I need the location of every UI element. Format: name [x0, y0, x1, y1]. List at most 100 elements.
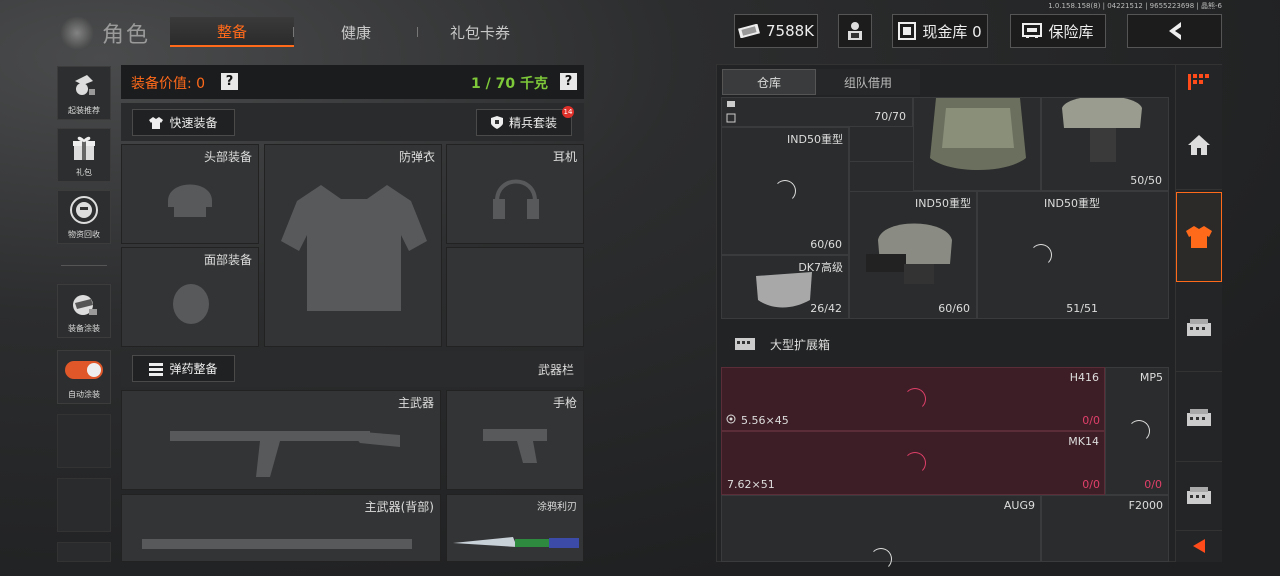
item-count: 70/70 — [874, 110, 906, 123]
gift-icon — [73, 136, 95, 160]
recycle-button[interactable]: 物资回收 — [57, 190, 111, 244]
helmet-icon — [1062, 98, 1142, 162]
back-primary-weapon-slot[interactable]: 主武器(背部) — [121, 494, 441, 562]
safe-icon — [1022, 23, 1043, 38]
weapon-item-mp5[interactable]: MP5 0/0 — [1105, 367, 1169, 495]
weapon-name: MP5 — [1139, 371, 1163, 384]
loading-spinner-icon — [1030, 244, 1052, 266]
grid-toggle-button[interactable] — [1176, 66, 1222, 98]
gift-button[interactable]: 礼包 — [57, 128, 111, 182]
home-button[interactable] — [1176, 100, 1222, 190]
recycle-label: 物资回收 — [68, 230, 100, 239]
equipment-tab-button[interactable] — [1176, 192, 1222, 282]
home-icon — [1188, 134, 1210, 155]
storage-box-button[interactable] — [1176, 464, 1222, 528]
empty-menu-slot — [57, 478, 111, 532]
ammo-prep-button[interactable]: 弹药整备 — [132, 355, 235, 382]
face-gear-slot[interactable]: 面部装备 — [121, 247, 259, 347]
character-logo-icon — [60, 16, 94, 50]
back-arrow-icon — [1168, 22, 1181, 40]
equip-value-label: 装备价值: 0 — [131, 76, 206, 92]
rifle-silhouette-icon — [142, 539, 412, 549]
collapse-button[interactable] — [1176, 530, 1222, 560]
weapon-count: 0/0 — [1082, 478, 1100, 491]
paint-label: 装备涂装 — [68, 324, 100, 333]
helmet-item[interactable]: 50/50 — [1041, 97, 1169, 191]
container-icon — [734, 335, 756, 355]
recommend-label: 起装推荐 — [68, 106, 100, 115]
storage-box-button[interactable] — [1176, 284, 1222, 372]
storage-box-icon — [1187, 487, 1211, 504]
item-cell[interactable]: 70/70 — [721, 97, 913, 127]
back-button[interactable] — [1127, 14, 1222, 48]
empty-menu-slot — [57, 542, 111, 562]
auto-paint-toggle[interactable]: 自动涂装 — [57, 350, 111, 404]
safe-box-button[interactable]: 保险库 — [1010, 14, 1106, 48]
storage-box-icon — [1187, 408, 1211, 426]
item-cell[interactable]: IND50重型 60/60 — [721, 127, 849, 255]
tab-team-borrow[interactable]: 组队借用 — [816, 69, 920, 95]
head-gear-slot[interactable]: 头部装备 — [121, 144, 259, 244]
headset-label: 耳机 — [552, 150, 577, 164]
currency-display[interactable]: 7588K — [734, 14, 818, 48]
toggle-icon — [65, 361, 103, 379]
cash-vault-button[interactable]: 现金库 0 — [892, 14, 988, 48]
tab-health[interactable]: 健康 — [294, 17, 418, 47]
paint-icon — [73, 295, 97, 315]
primary-weapon-label: 主武器 — [397, 396, 434, 410]
knife-icon — [453, 537, 579, 548]
mask-silhouette-icon — [173, 284, 209, 324]
equip-value-bar: 装备价值: 0 ? 1 / 70 千克 ? — [121, 65, 584, 99]
visor-item[interactable]: DK7高级 26/42 — [721, 255, 849, 319]
helmet-nvg-item[interactable]: IND50重型 60/60 — [849, 191, 977, 319]
item-count: 60/60 — [938, 302, 970, 315]
weapon-item-mk14[interactable]: MK14 0/0 7.62×51 — [721, 431, 1105, 495]
primary-weapon-slot[interactable]: 主武器 — [121, 390, 441, 490]
loading-spinner-icon — [774, 180, 796, 202]
gift-label: 礼包 — [76, 168, 92, 177]
quick-equip-button[interactable]: 快速装备 — [132, 109, 235, 136]
weight-help-icon[interactable]: ? — [560, 73, 577, 90]
grid-list-icon — [1188, 74, 1209, 90]
headset-silhouette-icon — [493, 179, 539, 219]
item-count: 50/50 — [1130, 174, 1162, 187]
backpack-icon — [930, 98, 1026, 170]
value-help-icon[interactable]: ? — [221, 73, 238, 90]
storage-box-button[interactable] — [1176, 374, 1222, 462]
item-name: IND50重型 — [787, 133, 843, 146]
armor-slot[interactable]: 防弹衣 — [264, 144, 442, 347]
item-cell[interactable]: IND50重型 51/51 — [977, 191, 1169, 319]
shield-icon — [490, 116, 503, 129]
quick-equip-label: 快速装备 — [169, 116, 218, 130]
pistol-slot[interactable]: 手枪 — [446, 390, 584, 490]
weapon-item-aug9[interactable]: AUG9 — [721, 495, 1041, 570]
tab-warehouse[interactable]: 仓库 — [722, 69, 816, 95]
safe-box-label: 保险库 — [1048, 22, 1094, 41]
empty-menu-slot — [57, 414, 111, 468]
auto-paint-label: 自动涂装 — [68, 390, 100, 399]
empty-gear-slot[interactable] — [446, 247, 584, 347]
money-icon — [738, 24, 760, 38]
vest-silhouette-icon — [281, 185, 427, 311]
ammo-icon — [149, 362, 164, 376]
weapon-item-f2000[interactable]: F2000 — [1041, 495, 1169, 562]
equip-paint-button[interactable]: 装备涂装 — [57, 284, 111, 338]
headset-slot[interactable]: 耳机 — [446, 144, 584, 244]
melee-slot[interactable]: 涂鸦利刃 — [446, 494, 584, 562]
trader-button[interactable] — [838, 14, 872, 48]
weapon-item-h416[interactable]: H416 0/0 5.56×45 — [721, 367, 1105, 431]
weapon-name: MK14 — [1068, 435, 1099, 448]
backpack-item[interactable] — [913, 97, 1041, 191]
shirt-icon — [149, 116, 164, 129]
menu-divider — [61, 265, 107, 266]
armor-label: 防弹衣 — [398, 150, 435, 164]
recommend-loadout-button[interactable]: 起装推荐 — [57, 66, 111, 120]
item-name: IND50重型 — [915, 197, 971, 210]
elite-set-button[interactable]: 精兵套装 — [476, 109, 572, 136]
weight-label: 1 / 70 千克 — [471, 76, 548, 92]
notification-badge: 14 — [562, 106, 574, 118]
tab-gift-coupons[interactable]: 礼包卡券 — [418, 17, 542, 47]
tab-equip[interactable]: 整备 — [170, 17, 294, 47]
item-tag-icon — [726, 101, 736, 123]
weapon-count: 0/0 — [1144, 478, 1162, 491]
